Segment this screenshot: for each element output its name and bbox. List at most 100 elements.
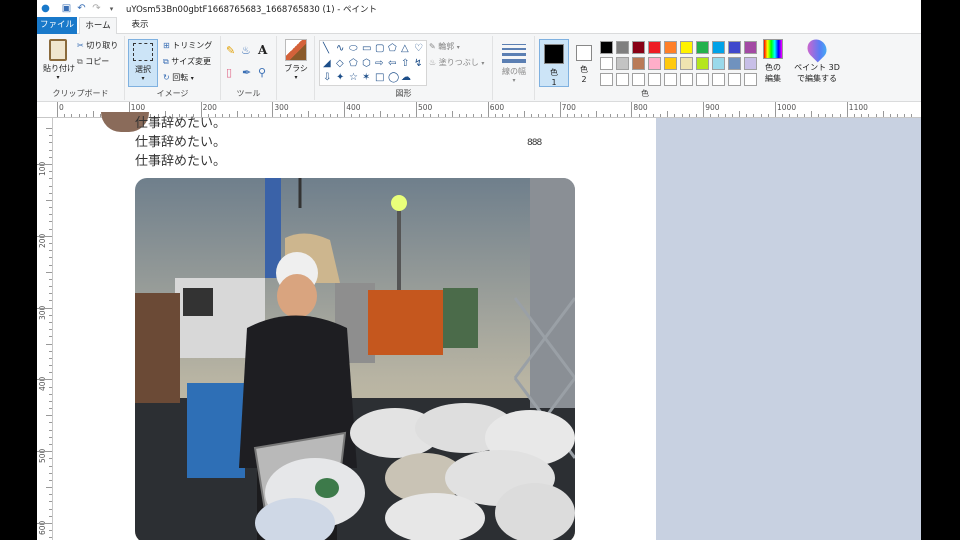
palette-swatch[interactable] <box>664 57 677 70</box>
ruler-v-tick <box>49 357 52 359</box>
save-icon[interactable]: ▣ <box>60 2 73 15</box>
palette-swatch[interactable] <box>600 57 613 70</box>
palette-swatch[interactable] <box>696 73 709 86</box>
resize-button[interactable]: ⧉ サイズ変更 <box>163 56 211 67</box>
palette-swatch[interactable] <box>728 57 741 70</box>
crop-button[interactable]: ⊞ トリミング <box>163 40 212 51</box>
palette-swatch[interactable] <box>680 73 693 86</box>
lightning-shape-icon[interactable]: ↯ <box>414 59 422 69</box>
arrow-right-shape-icon[interactable]: ⇨ <box>375 59 383 69</box>
undo-icon[interactable]: ↶ <box>75 2 88 15</box>
arrow-left-shape-icon[interactable]: ⇦ <box>388 59 396 69</box>
palette-swatch[interactable] <box>728 41 741 54</box>
palette-swatch[interactable] <box>744 73 757 86</box>
paste-button[interactable]: 貼り付け ▾ <box>43 39 75 81</box>
paint3d-button[interactable]: ペイント 3D で編集する <box>793 35 841 84</box>
ruler-h-tick <box>810 111 812 117</box>
palette-swatch[interactable] <box>616 41 629 54</box>
tab-home[interactable]: ホーム <box>79 17 117 35</box>
palette-swatch[interactable] <box>744 57 757 70</box>
heart-shape-icon[interactable]: ♡ <box>414 44 423 54</box>
arrow-down-shape-icon[interactable]: ⇩ <box>323 73 331 83</box>
ruler-h-tick <box>516 114 518 117</box>
ruler-h-tick <box>523 111 525 117</box>
fill-button[interactable]: ♨ 塗りつぶし ▾ <box>429 57 484 68</box>
rotate-button[interactable]: ↻ 回転 ▾ <box>163 72 194 83</box>
palette-swatch[interactable] <box>712 41 725 54</box>
callout-rect-shape-icon[interactable]: □ <box>375 73 384 83</box>
eraser-icon[interactable]: ▯ <box>226 66 232 79</box>
rectangle-shape-icon[interactable]: ▭ <box>362 44 371 54</box>
oval-shape-icon[interactable]: ⬭ <box>349 44 358 54</box>
outline-button[interactable]: ✎ 輪郭 ▾ <box>429 41 460 52</box>
callout-cloud-shape-icon[interactable]: ☁ <box>401 73 411 83</box>
star4-shape-icon[interactable]: ✦ <box>336 73 344 83</box>
palette-swatch[interactable] <box>680 41 693 54</box>
paint3d-icon <box>803 35 831 63</box>
star5-shape-icon[interactable]: ☆ <box>349 73 358 83</box>
color-picker-icon[interactable]: ✒ <box>242 66 251 79</box>
right-triangle-shape-icon[interactable]: ◢ <box>323 59 331 69</box>
color2-label-a: 色 <box>580 65 588 74</box>
palette-swatch[interactable] <box>696 57 709 70</box>
palette-swatch[interactable] <box>632 73 645 86</box>
pencil-icon[interactable]: ✎ <box>226 44 235 57</box>
hexagon-shape-icon[interactable]: ⬡ <box>362 59 371 69</box>
palette-swatch[interactable] <box>664 73 677 86</box>
color2-button[interactable]: 色 2 <box>569 39 599 87</box>
ruler-h-tick <box>430 114 432 117</box>
line-shape-icon[interactable]: ╲ <box>323 44 329 54</box>
palette-swatch[interactable] <box>664 41 677 54</box>
brushes-button[interactable]: ブラシ ▾ <box>282 39 310 81</box>
magnifier-icon[interactable]: ⚲ <box>258 66 266 79</box>
ruler-h-tick <box>301 114 303 117</box>
ruler-v-tick <box>49 314 52 316</box>
palette-swatch[interactable] <box>616 73 629 86</box>
palette-swatch[interactable] <box>696 41 709 54</box>
fill-bucket-icon[interactable]: ♨ <box>241 44 251 57</box>
ruler-v-tick <box>46 271 52 273</box>
palette-swatch[interactable] <box>648 73 661 86</box>
ruler-h-tick <box>538 114 540 117</box>
rounded-rect-shape-icon[interactable]: ▢ <box>375 44 384 54</box>
curve-shape-icon[interactable]: ∿ <box>336 44 344 54</box>
select-button[interactable]: 選択 ▾ <box>128 39 158 87</box>
copy-button[interactable]: ⧉ コピー <box>77 56 109 67</box>
tab-view[interactable]: 表示 <box>125 17 155 34</box>
palette-swatch[interactable] <box>632 41 645 54</box>
edit-colors-button[interactable]: 色の 編集 <box>758 39 788 84</box>
star6-shape-icon[interactable]: ✶ <box>362 73 370 83</box>
palette-swatch[interactable] <box>648 41 661 54</box>
clipboard-group: 貼り付け ▾ ✂ 切り取り ⧉ コピー クリップボード <box>37 36 125 100</box>
color1-button[interactable]: 色 1 <box>539 39 569 87</box>
palette-swatch[interactable] <box>712 57 725 70</box>
arrow-up-shape-icon[interactable]: ⇧ <box>401 59 409 69</box>
shapes-gallery[interactable]: ╲ ∿ ⬭ ▭ ▢ ⬠ △ ◢ ◇ ⬠ ⬡ ⇨ ⇦ ⇧ ⇩ ✦ ☆ ✶ □ ◯ <box>319 40 427 86</box>
text-icon[interactable]: A <box>258 43 267 57</box>
palette-swatch[interactable] <box>600 73 613 86</box>
ruler-v-tick <box>49 501 52 503</box>
redo-icon[interactable]: ↷ <box>90 2 103 15</box>
ruler-v-tick <box>49 250 52 252</box>
polygon-shape-icon[interactable]: ⬠ <box>388 44 397 54</box>
palette-swatch[interactable] <box>744 41 757 54</box>
tab-file[interactable]: ファイル <box>37 17 77 34</box>
ruler-h-tick <box>272 102 274 117</box>
palette-swatch[interactable] <box>600 41 613 54</box>
palette-swatch[interactable] <box>728 73 741 86</box>
diamond-shape-icon[interactable]: ◇ <box>336 59 344 69</box>
palette-swatch[interactable] <box>648 57 661 70</box>
palette-swatch[interactable] <box>712 73 725 86</box>
palette-swatch[interactable] <box>632 57 645 70</box>
pentagon-shape-icon[interactable]: ⬠ <box>349 59 358 69</box>
brushes-label: ブラシ <box>284 64 308 73</box>
cut-button[interactable]: ✂ 切り取り <box>77 40 118 51</box>
customize-toolbar-icon[interactable]: ▾ <box>105 2 118 15</box>
callout-oval-shape-icon[interactable]: ◯ <box>388 73 399 83</box>
triangle-shape-icon[interactable]: △ <box>401 44 409 54</box>
palette-swatch[interactable] <box>616 57 629 70</box>
title-bar: ● ▣ ↶ ↷ ▾ uYOsm53Bn00gbtF1668765683_1668… <box>37 0 921 17</box>
palette-swatch[interactable] <box>680 57 693 70</box>
size-button[interactable]: 線の幅 ▾ <box>497 38 531 84</box>
drawing-canvas[interactable]: 仕事辞めたい。 仕事辞めたい。 仕事辞めたい。 888 <box>53 112 656 540</box>
